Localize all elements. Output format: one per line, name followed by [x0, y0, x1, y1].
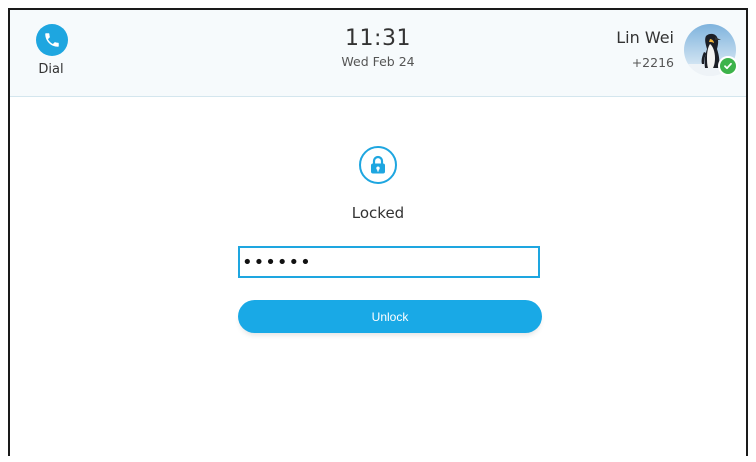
- status-bar: Dial 11:31 Wed Feb 24 Lin Wei +2216: [10, 10, 746, 97]
- lock-indicator: [10, 146, 746, 184]
- account-info: Lin Wei +2216: [616, 28, 674, 70]
- online-check-icon: [718, 56, 738, 76]
- unlock-button[interactable]: Unlock: [238, 300, 542, 333]
- lock-icon: [359, 146, 397, 184]
- avatar[interactable]: [684, 24, 738, 76]
- account-extension: +2216: [631, 55, 674, 70]
- password-field[interactable]: [238, 246, 540, 278]
- phone-screen: Dial 11:31 Wed Feb 24 Lin Wei +2216 Lock…: [8, 8, 748, 456]
- account-name: Lin Wei: [616, 28, 674, 47]
- locked-status-label: Locked: [351, 204, 405, 222]
